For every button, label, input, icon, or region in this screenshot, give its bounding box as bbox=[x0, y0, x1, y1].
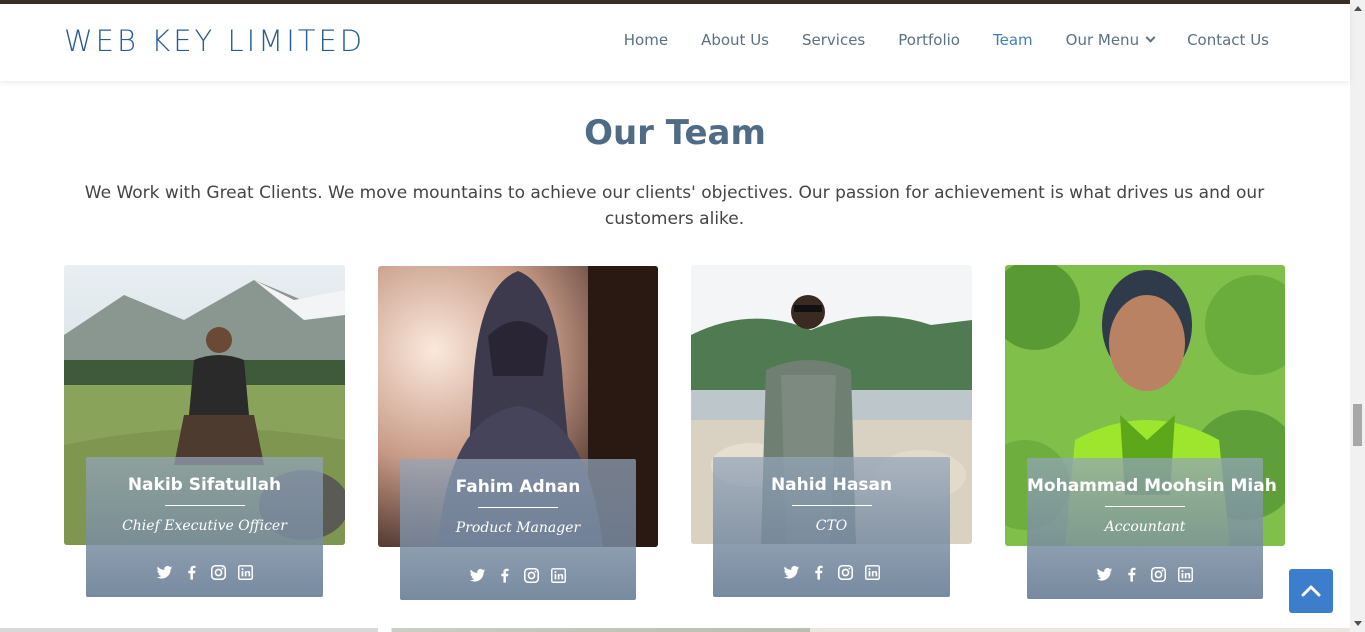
nav-our-menu[interactable]: Our Menu bbox=[1065, 31, 1156, 49]
brand-logo[interactable]: WEB KEY LIMITED bbox=[64, 24, 365, 58]
instagram-icon[interactable] bbox=[523, 567, 540, 584]
name-divider bbox=[791, 505, 872, 506]
member-name: Nakib Sifatullah bbox=[127, 475, 282, 495]
linkedin-icon[interactable] bbox=[864, 564, 881, 581]
linkedin-icon[interactable] bbox=[237, 564, 254, 581]
navbar: WEB KEY LIMITED Home About Us Services P… bbox=[0, 4, 1350, 81]
member-name: Nahid Hasan bbox=[770, 475, 893, 495]
next-section-edge bbox=[0, 628, 1350, 632]
name-divider bbox=[478, 507, 558, 508]
twitter-icon[interactable] bbox=[783, 564, 800, 581]
linkedin-icon[interactable] bbox=[1177, 566, 1194, 583]
nav-home[interactable]: Home bbox=[624, 31, 668, 49]
chevron-down-icon bbox=[1145, 32, 1156, 43]
member-role: Product Manager bbox=[455, 520, 581, 536]
nav-about-us[interactable]: About Us bbox=[701, 31, 769, 49]
twitter-icon[interactable] bbox=[1096, 566, 1113, 583]
instagram-icon[interactable] bbox=[837, 564, 854, 581]
main-nav: Home About Us Services Portfolio Team Ou… bbox=[591, 31, 1269, 49]
twitter-icon[interactable] bbox=[156, 564, 173, 581]
facebook-icon[interactable] bbox=[810, 564, 827, 581]
chevron-up-icon bbox=[1301, 585, 1321, 597]
nav-services[interactable]: Services bbox=[802, 31, 865, 49]
scroll-up-arrow-icon[interactable] bbox=[1354, 6, 1362, 11]
section-description: We Work with Great Clients. We move moun… bbox=[84, 183, 1265, 229]
nav-team[interactable]: Team bbox=[993, 31, 1033, 49]
member-role: CTO bbox=[815, 518, 848, 534]
name-divider bbox=[164, 505, 245, 506]
social-links bbox=[400, 567, 636, 584]
instagram-icon[interactable] bbox=[210, 564, 227, 581]
facebook-icon[interactable] bbox=[183, 564, 200, 581]
facebook-icon[interactable] bbox=[1123, 566, 1140, 583]
scroll-down-arrow-icon[interactable] bbox=[1354, 621, 1362, 626]
back-to-top-button[interactable] bbox=[1289, 569, 1333, 613]
scrollbar-thumb[interactable] bbox=[1353, 404, 1362, 446]
social-links bbox=[713, 564, 950, 581]
section-title: Our Team bbox=[584, 113, 766, 153]
linkedin-icon[interactable] bbox=[550, 567, 567, 584]
member-name: Fahim Adnan bbox=[455, 477, 581, 497]
facebook-icon[interactable] bbox=[496, 567, 513, 584]
member-overlay: Fahim Adnan Product Manager bbox=[400, 459, 636, 600]
member-role: Chief Executive Officer bbox=[122, 518, 287, 534]
social-links bbox=[1027, 566, 1263, 583]
nav-contact-us[interactable]: Contact Us bbox=[1187, 31, 1269, 49]
twitter-icon[interactable] bbox=[469, 567, 486, 584]
social-links bbox=[86, 564, 323, 581]
nav-our-menu-label: Our Menu bbox=[1065, 31, 1140, 49]
page-scrollbar[interactable] bbox=[1350, 0, 1365, 632]
member-role: Accountant bbox=[1104, 519, 1186, 535]
name-divider bbox=[1105, 506, 1185, 507]
member-overlay: Mohammad Moohsin Miah Accountant bbox=[1027, 458, 1277, 599]
member-overlay: Nakib Sifatullah Chief Executive Officer bbox=[86, 457, 323, 597]
member-name: Mohammad Moohsin Miah bbox=[1027, 476, 1277, 496]
instagram-icon[interactable] bbox=[1150, 566, 1167, 583]
nav-portfolio[interactable]: Portfolio bbox=[898, 31, 960, 49]
member-overlay: Nahid Hasan CTO bbox=[713, 457, 950, 597]
